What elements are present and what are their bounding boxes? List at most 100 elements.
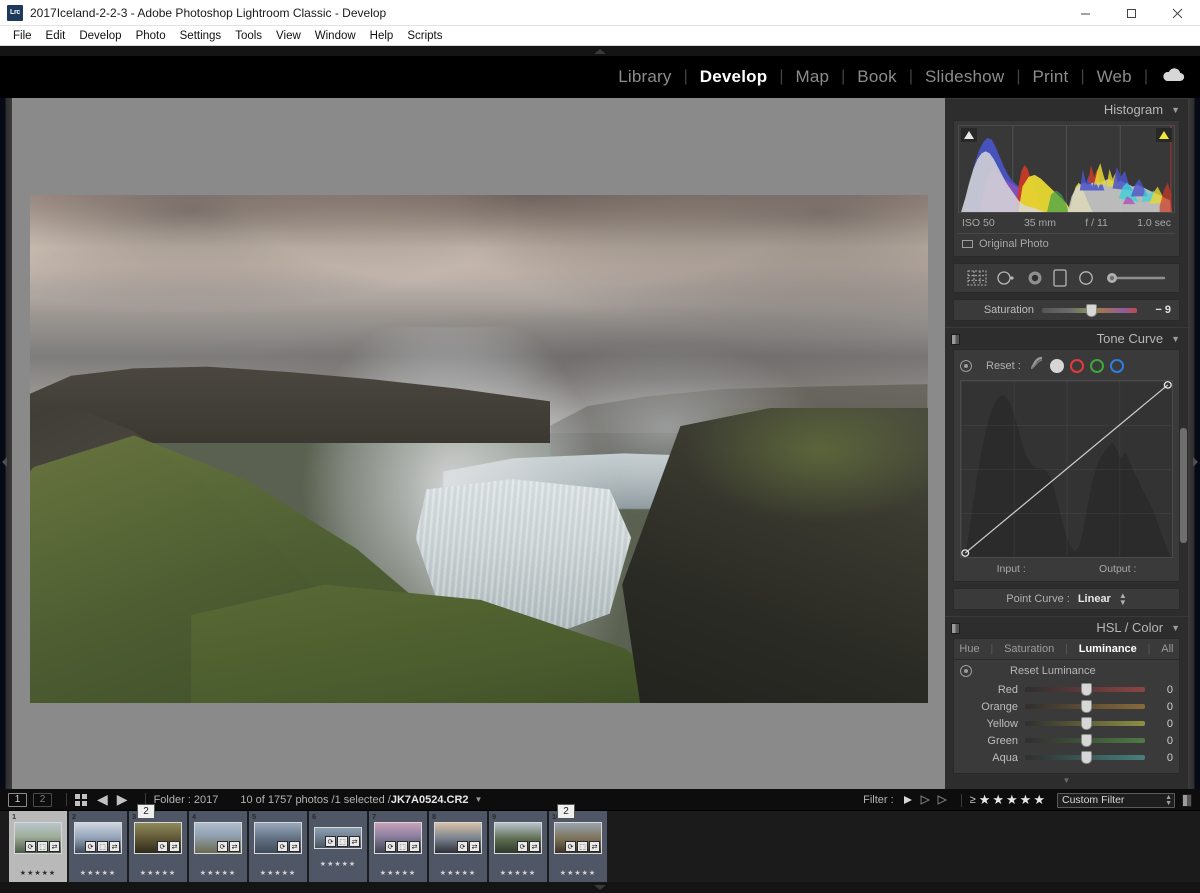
tone-curve-graph[interactable] <box>960 380 1173 558</box>
crop-overlay-icon[interactable] <box>967 270 987 286</box>
metadata-badge-icon[interactable]: ⇄ <box>169 841 180 852</box>
thumbnail-item[interactable]: 4 ⟳ ⇄ ★★★★★ <box>189 811 247 882</box>
develop-badge-icon[interactable]: ⟳ <box>325 836 336 847</box>
module-map[interactable]: Map <box>783 67 841 87</box>
source-folder-label[interactable]: Folder : 2017 <box>154 794 219 806</box>
thumbnail-rating[interactable]: ★★★★★ <box>129 869 187 877</box>
module-library[interactable]: Library <box>606 67 683 87</box>
crop-badge-icon[interactable]: ⬚ <box>577 841 588 852</box>
red-eye-correction-icon[interactable] <box>1026 270 1044 286</box>
metadata-badge-icon[interactable]: ⇄ <box>529 841 540 852</box>
develop-badge-icon[interactable]: ⟳ <box>25 841 36 852</box>
grid-view-icon[interactable] <box>75 793 87 806</box>
menu-window[interactable]: Window <box>308 29 363 43</box>
thumbnail-item[interactable]: 6 ⟳ ⬚ ⇄ ★★★★★ <box>309 811 367 882</box>
tab-hue[interactable]: Hue <box>959 643 979 655</box>
saturation-value[interactable]: − 9 <box>1137 304 1171 316</box>
thumbnail-item[interactable]: 2 ⟳ ⬚ ⇄ ★★★★★ <box>69 811 127 882</box>
thumbnail-rating[interactable]: ★★★★★ <box>9 869 67 877</box>
curve-channel-icon[interactable] <box>1029 356 1044 375</box>
right-panel-scrollbar[interactable] <box>1180 428 1187 543</box>
module-web[interactable]: Web <box>1085 67 1144 87</box>
screen-1-button[interactable]: 1 <box>8 792 27 807</box>
develop-badge-icon[interactable]: ⟳ <box>457 841 468 852</box>
chevron-down-icon[interactable]: ▼ <box>1171 334 1180 344</box>
maximize-button[interactable] <box>1108 0 1154 26</box>
top-panel-collapse-handle[interactable] <box>0 46 1200 56</box>
stepper-icon[interactable]: ▲ ▼ <box>1165 794 1172 807</box>
metadata-badge-icon[interactable]: ⇄ <box>109 841 120 852</box>
channel-red-icon[interactable] <box>1069 358 1084 373</box>
minimize-button[interactable] <box>1062 0 1108 26</box>
flag-unflagged-icon[interactable] <box>919 794 931 806</box>
menu-edit[interactable]: Edit <box>39 29 73 43</box>
menu-tools[interactable]: Tools <box>228 29 269 43</box>
hsl-slider-row[interactable]: Aqua 0 <box>960 749 1173 766</box>
module-book[interactable]: Book <box>845 67 909 87</box>
menu-help[interactable]: Help <box>363 29 401 43</box>
original-photo-row[interactable]: Original Photo <box>958 233 1175 252</box>
filter-lock-icon[interactable] <box>1182 793 1192 807</box>
point-curve-value[interactable]: Linear <box>1078 593 1111 605</box>
hsl-slider-row[interactable]: Orange 0 <box>960 698 1173 715</box>
stack-count-badge[interactable]: 2 <box>557 804 575 819</box>
hsl-slider-handle-green[interactable] <box>1081 734 1093 747</box>
point-curve-stepper-icon[interactable]: ▲ ▼ <box>1119 592 1127 607</box>
targeted-adjustment-tool-icon[interactable] <box>960 359 972 372</box>
crop-badge-icon[interactable]: ⬚ <box>37 841 48 852</box>
hsl-slider-value-orange[interactable]: 0 <box>1145 701 1173 713</box>
rating-stars[interactable]: ★★★★★ <box>979 792 1047 808</box>
tab-all[interactable]: All <box>1161 643 1173 655</box>
module-print[interactable]: Print <box>1020 67 1080 87</box>
tone-curve-panel-header[interactable]: Tone Curve ▼ <box>945 327 1188 349</box>
bottom-panel-collapse-handle[interactable] <box>0 882 1200 893</box>
hsl-slider-value-green[interactable]: 0 <box>1145 735 1173 747</box>
hsl-panel-switch[interactable] <box>951 623 960 634</box>
hsl-slider-handle-yellow[interactable] <box>1081 717 1093 730</box>
hsl-slider-handle-red[interactable] <box>1081 683 1093 696</box>
hsl-slider-track-orange[interactable] <box>1025 700 1145 713</box>
histogram-panel-header[interactable]: Histogram ▼ <box>945 98 1188 120</box>
metadata-badge-icon[interactable]: ⇄ <box>349 836 360 847</box>
hsl-slider-row[interactable]: Green 0 <box>960 732 1173 749</box>
module-develop[interactable]: Develop <box>688 67 780 87</box>
metadata-badge-icon[interactable]: ⇄ <box>409 841 420 852</box>
develop-badge-icon[interactable]: ⟳ <box>565 841 576 852</box>
thumbnail-rating[interactable]: ★★★★★ <box>249 869 307 877</box>
targeted-adjustment-tool-icon[interactable] <box>960 665 972 677</box>
thumbnail-rating[interactable]: ★★★★★ <box>549 869 607 877</box>
flag-rejected-icon[interactable] <box>936 794 948 806</box>
crop-badge-icon[interactable]: ⬚ <box>97 841 108 852</box>
hsl-slider-handle-orange[interactable] <box>1081 700 1093 713</box>
thumbnail-item[interactable]: 10 2 ⟳ ⬚ ⇄ ★★★★★ <box>549 804 607 882</box>
adjustment-brush-icon[interactable] <box>1104 270 1166 286</box>
photo-preview[interactable] <box>29 194 928 703</box>
menu-scripts[interactable]: Scripts <box>400 29 449 43</box>
stack-count-badge[interactable]: 2 <box>137 804 155 819</box>
develop-badge-icon[interactable]: ⟳ <box>385 841 396 852</box>
shadow-clipping-indicator[interactable] <box>961 128 977 142</box>
chevron-down-icon[interactable]: ▼ <box>475 795 483 804</box>
thumbnail-item[interactable]: 3 2 ⟳ ⇄ ★★★★★ <box>129 804 187 882</box>
thumbnail-rating[interactable]: ★★★★★ <box>369 869 427 877</box>
flag-pick-icon[interactable] <box>902 794 914 806</box>
metadata-badge-icon[interactable]: ⇄ <box>469 841 480 852</box>
hsl-slider-track-aqua[interactable] <box>1025 751 1145 764</box>
custom-filter-dropdown[interactable]: Custom Filter ▲ ▼ <box>1057 792 1175 808</box>
point-curve-row[interactable]: Point Curve : Linear ▲ ▼ <box>953 588 1180 610</box>
channel-green-icon[interactable] <box>1089 358 1104 373</box>
hsl-slider-track-yellow[interactable] <box>1025 717 1145 730</box>
hsl-slider-track-red[interactable] <box>1025 683 1145 696</box>
spot-removal-icon[interactable] <box>996 270 1016 286</box>
crop-badge-icon[interactable]: ⬚ <box>337 836 348 847</box>
go-back-arrow-icon[interactable]: ◀ <box>97 791 108 808</box>
hsl-slider-value-yellow[interactable]: 0 <box>1145 718 1173 730</box>
hsl-slider-value-aqua[interactable]: 0 <box>1145 752 1173 764</box>
hsl-slider-row[interactable]: Yellow 0 <box>960 715 1173 732</box>
hsl-slider-track-green[interactable] <box>1025 734 1145 747</box>
menu-settings[interactable]: Settings <box>173 29 229 43</box>
radial-filter-icon[interactable] <box>1077 270 1095 286</box>
saturation-slider-track[interactable] <box>1042 303 1137 317</box>
channel-blue-icon[interactable] <box>1109 358 1124 373</box>
hsl-slider-row[interactable]: Red 0 <box>960 681 1173 698</box>
